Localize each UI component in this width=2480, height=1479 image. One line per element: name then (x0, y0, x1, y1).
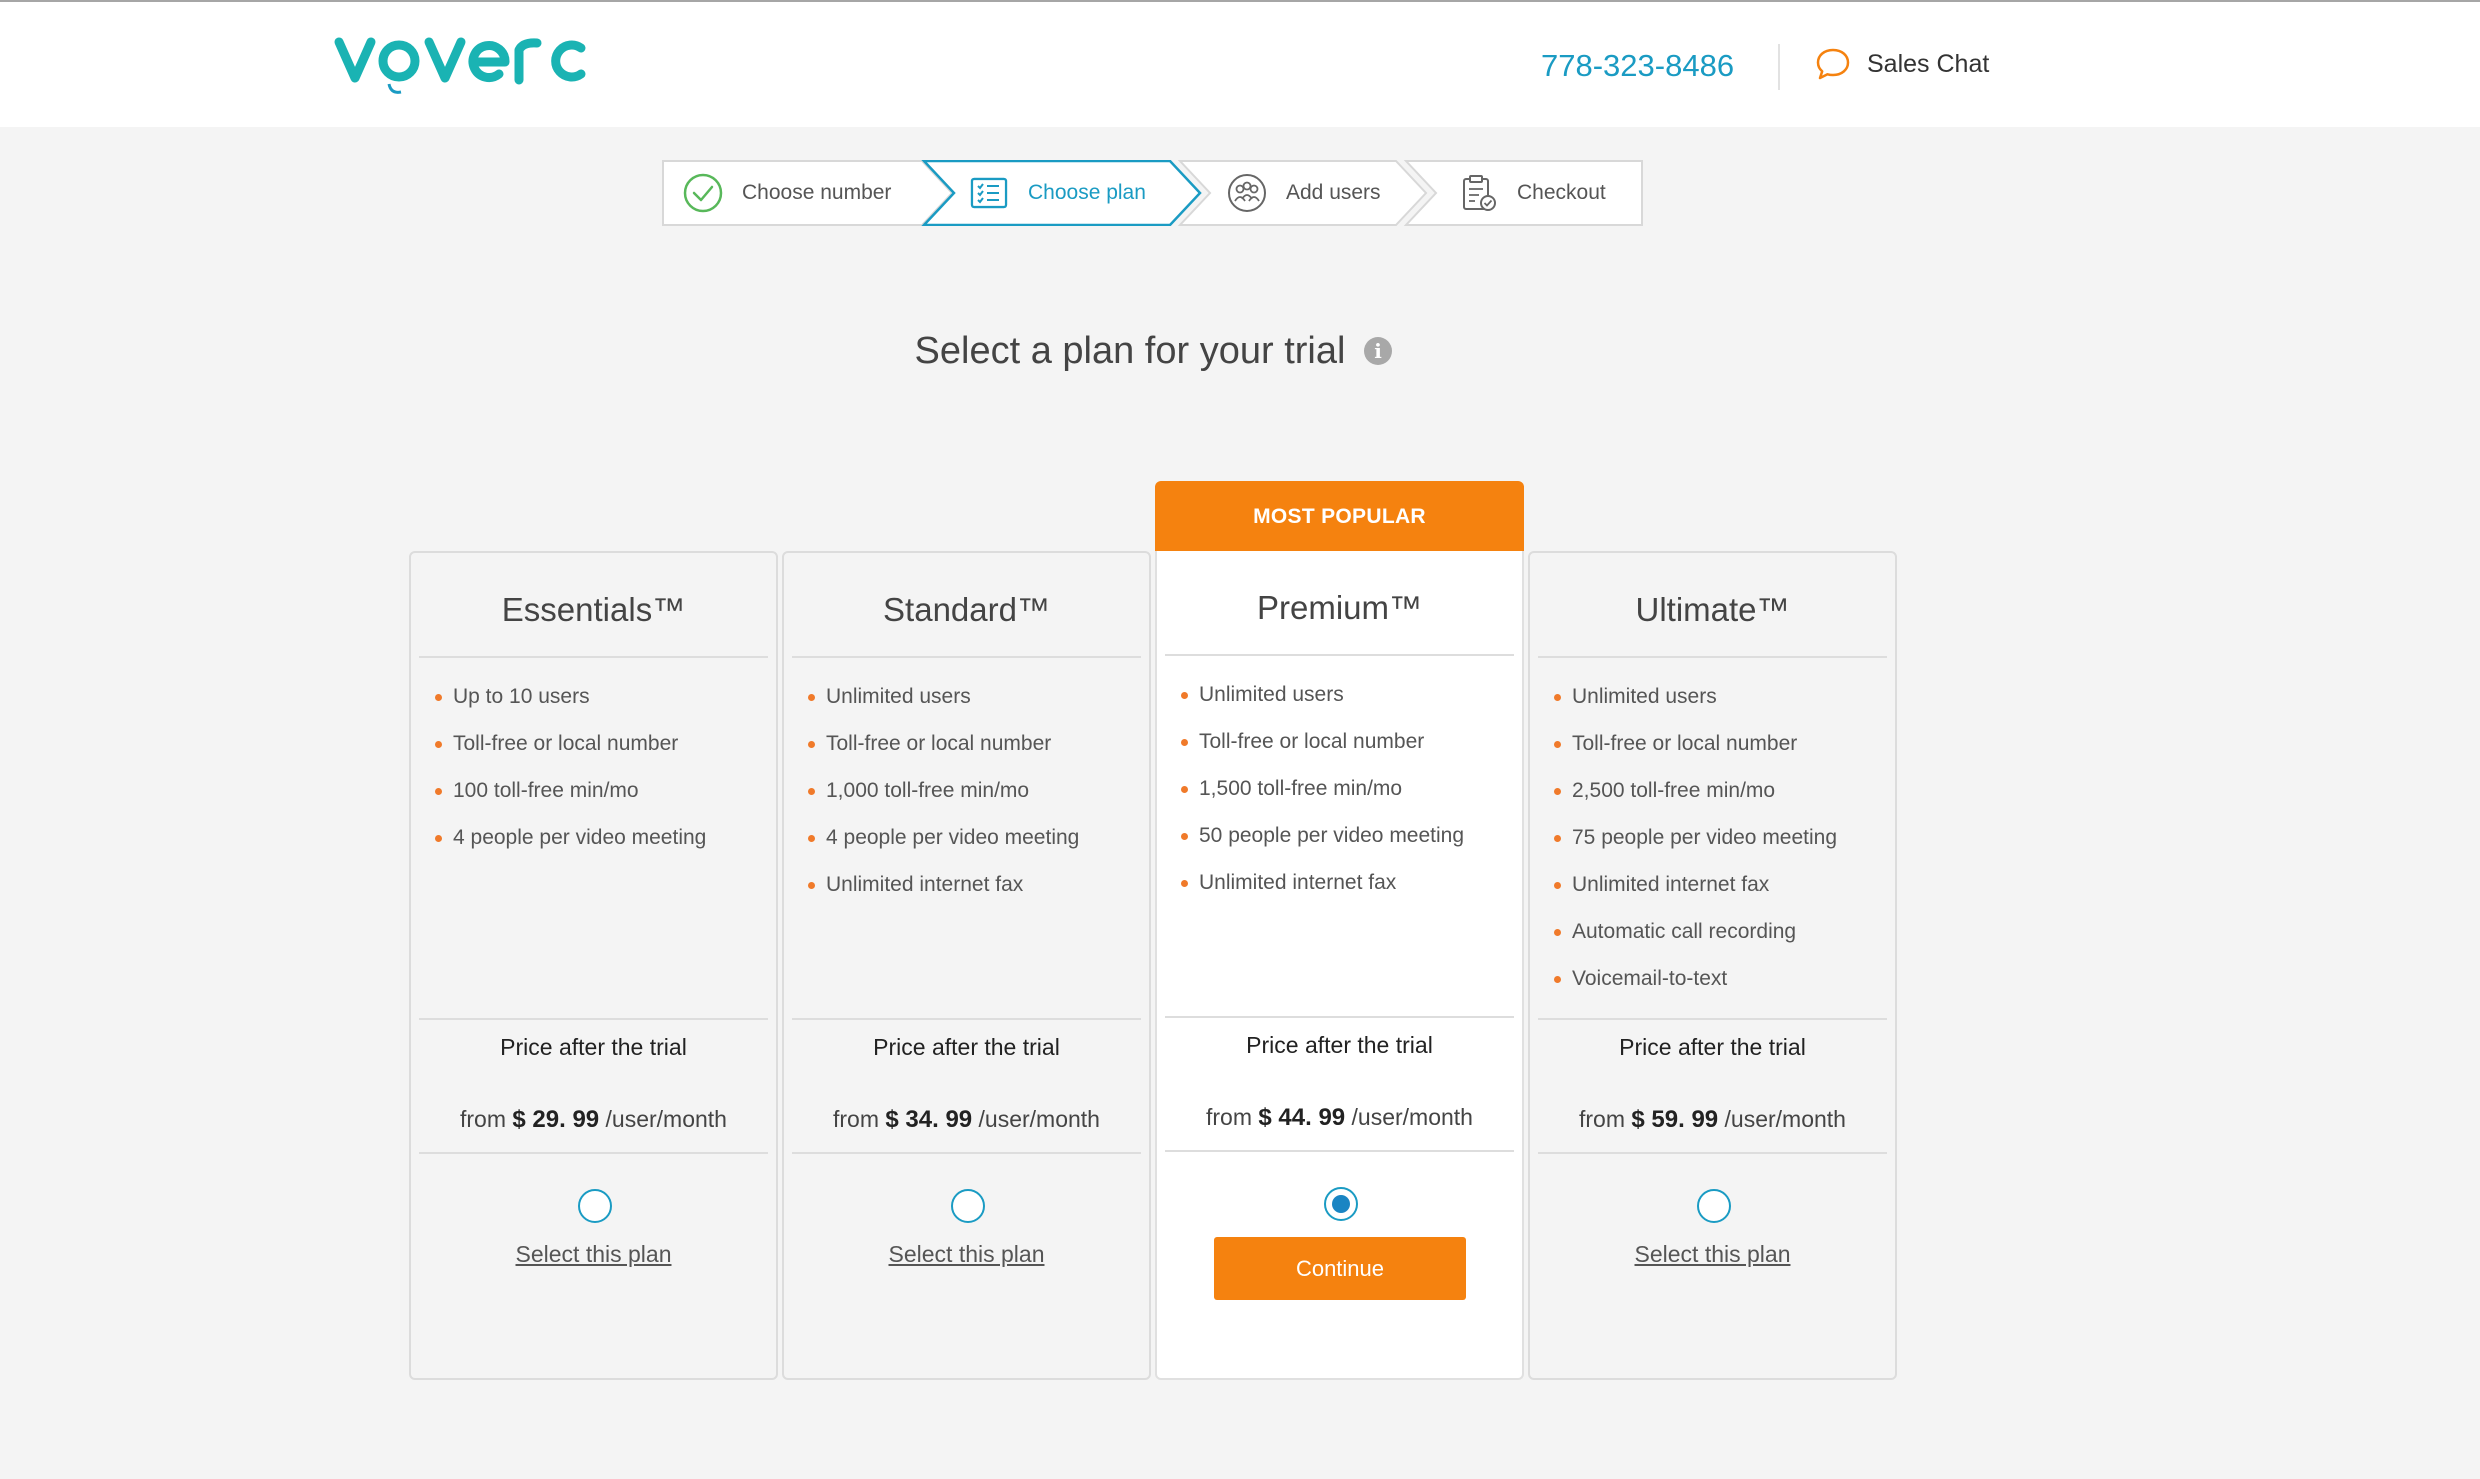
continue-button[interactable]: Continue (1214, 1237, 1466, 1300)
feature-item: Unlimited internet fax (1181, 859, 1464, 906)
plan-name: Essentials™ (501, 591, 686, 628)
divider (1165, 1016, 1514, 1018)
feature-item: 100 toll-free min/mo (435, 767, 706, 814)
feature-item: Automatic call recording (1554, 908, 1837, 955)
feature-item: Toll-free or local number (435, 720, 706, 767)
feature-item: Toll-free or local number (808, 720, 1079, 767)
plan-radio-selected[interactable] (1324, 1187, 1358, 1221)
price-amount: $ 59. 99 (1631, 1106, 1719, 1133)
divider (1165, 654, 1514, 656)
plan-card-ultimate: Ultimate™ Unlimited users Toll-free or l… (1528, 551, 1897, 1380)
plan-card-essentials: Essentials™ Up to 10 users Toll-free or … (409, 551, 778, 1380)
price-text: from $ 29. 99 /user/month (411, 1106, 776, 1134)
chat-bubble-icon (1816, 48, 1850, 80)
price-label: Price after the trial (1619, 1034, 1806, 1060)
price-text: from $ 59. 99 /user/month (1530, 1106, 1895, 1134)
price-prefix: from (833, 1106, 879, 1132)
plan-name: Standard™ (883, 591, 1050, 628)
plan-radio[interactable] (1697, 1189, 1731, 1223)
price-amount: $ 44. 99 (1258, 1104, 1346, 1131)
step-label: Checkout (1517, 181, 1606, 204)
feature-item: 50 people per video meeting (1181, 812, 1464, 859)
price-suffix: /user/month (1724, 1106, 1846, 1132)
price-suffix: /user/month (605, 1106, 727, 1132)
top-header: 778-323-8486 Sales Chat (0, 0, 2480, 127)
feature-list: Up to 10 users Toll-free or local number… (435, 673, 706, 861)
feature-item: 1,500 toll-free min/mo (1181, 765, 1464, 812)
divider (792, 1152, 1141, 1154)
feature-item: 1,000 toll-free min/mo (808, 767, 1079, 814)
divider (792, 1018, 1141, 1020)
feature-list: Unlimited users Toll-free or local numbe… (1554, 673, 1837, 1002)
step-add-users[interactable]: Add users (1226, 160, 1381, 226)
feature-item: 4 people per video meeting (435, 814, 706, 861)
feature-list: Unlimited users Toll-free or local numbe… (1181, 671, 1464, 906)
feature-item: Toll-free or local number (1554, 720, 1837, 767)
step-label: Add users (1286, 181, 1381, 204)
check-circle-icon (683, 173, 723, 213)
price-text: from $ 44. 99 /user/month (1157, 1104, 1522, 1132)
step-choose-plan[interactable]: Choose plan (968, 160, 1146, 226)
divider (419, 656, 768, 658)
divider (1538, 1152, 1887, 1154)
feature-item: Unlimited internet fax (808, 861, 1079, 908)
price-amount: $ 34. 99 (885, 1106, 973, 1133)
divider (419, 1152, 768, 1154)
price-prefix: from (1206, 1104, 1252, 1130)
divider (1165, 1150, 1514, 1152)
plan-name: Ultimate™ (1635, 591, 1790, 628)
feature-item: 4 people per video meeting (808, 814, 1079, 861)
plan-radio[interactable] (951, 1189, 985, 1223)
feature-item: 2,500 toll-free min/mo (1554, 767, 1837, 814)
feature-list: Unlimited users Toll-free or local numbe… (808, 673, 1079, 908)
price-suffix: /user/month (978, 1106, 1100, 1132)
clipboard-check-icon (1463, 175, 1496, 211)
info-icon[interactable]: i (1364, 337, 1392, 365)
most-popular-badge: MOST POPULAR (1155, 481, 1524, 553)
price-amount: $ 29. 99 (512, 1106, 600, 1133)
sales-chat-button[interactable]: Sales Chat (1815, 46, 1989, 82)
price-label: Price after the trial (1246, 1032, 1433, 1058)
divider (1538, 656, 1887, 658)
sales-chat-label: Sales Chat (1867, 49, 1990, 78)
plan-card-premium: Premium™ Unlimited users Toll-free or lo… (1155, 551, 1524, 1380)
step-label: Choose plan (1028, 181, 1146, 204)
select-plan-link[interactable]: Select this plan (784, 1241, 1149, 1268)
price-label: Price after the trial (873, 1034, 1060, 1060)
plan-name: Premium™ (1256, 589, 1423, 626)
step-label: Choose number (742, 181, 892, 204)
feature-item: Up to 10 users (435, 673, 706, 720)
divider (1538, 1018, 1887, 1020)
step-checkout[interactable]: Checkout (1457, 160, 1606, 226)
price-prefix: from (1579, 1106, 1625, 1132)
voverc-logo[interactable] (333, 26, 593, 96)
header-divider (1778, 44, 1780, 90)
feature-item: Voicemail-to-text (1554, 955, 1837, 1002)
feature-item: 75 people per video meeting (1554, 814, 1837, 861)
price-text: from $ 34. 99 /user/month (784, 1106, 1149, 1134)
users-group-icon (1228, 174, 1266, 212)
plan-radio[interactable] (578, 1189, 612, 1223)
select-plan-link[interactable]: Select this plan (1530, 1241, 1895, 1268)
checkout-stepper: Choose number Choose plan Add users Chec… (662, 160, 1643, 226)
plan-card-standard: Standard™ Unlimited users Toll-free or l… (782, 551, 1151, 1380)
price-suffix: /user/month (1351, 1104, 1473, 1130)
page-title: Select a plan for your trial (914, 330, 1346, 372)
divider (792, 656, 1141, 658)
feature-item: Toll-free or local number (1181, 718, 1464, 765)
phone-number-link[interactable]: 778-323-8486 (1541, 48, 1734, 84)
feature-item: Unlimited users (808, 673, 1079, 720)
step-choose-number[interactable]: Choose number (682, 160, 891, 226)
price-prefix: from (460, 1106, 506, 1132)
select-plan-link[interactable]: Select this plan (411, 1241, 776, 1268)
price-label: Price after the trial (500, 1034, 687, 1060)
plan-list-icon (970, 177, 1008, 209)
feature-item: Unlimited internet fax (1554, 861, 1837, 908)
divider (419, 1018, 768, 1020)
feature-item: Unlimited users (1181, 671, 1464, 718)
feature-item: Unlimited users (1554, 673, 1837, 720)
